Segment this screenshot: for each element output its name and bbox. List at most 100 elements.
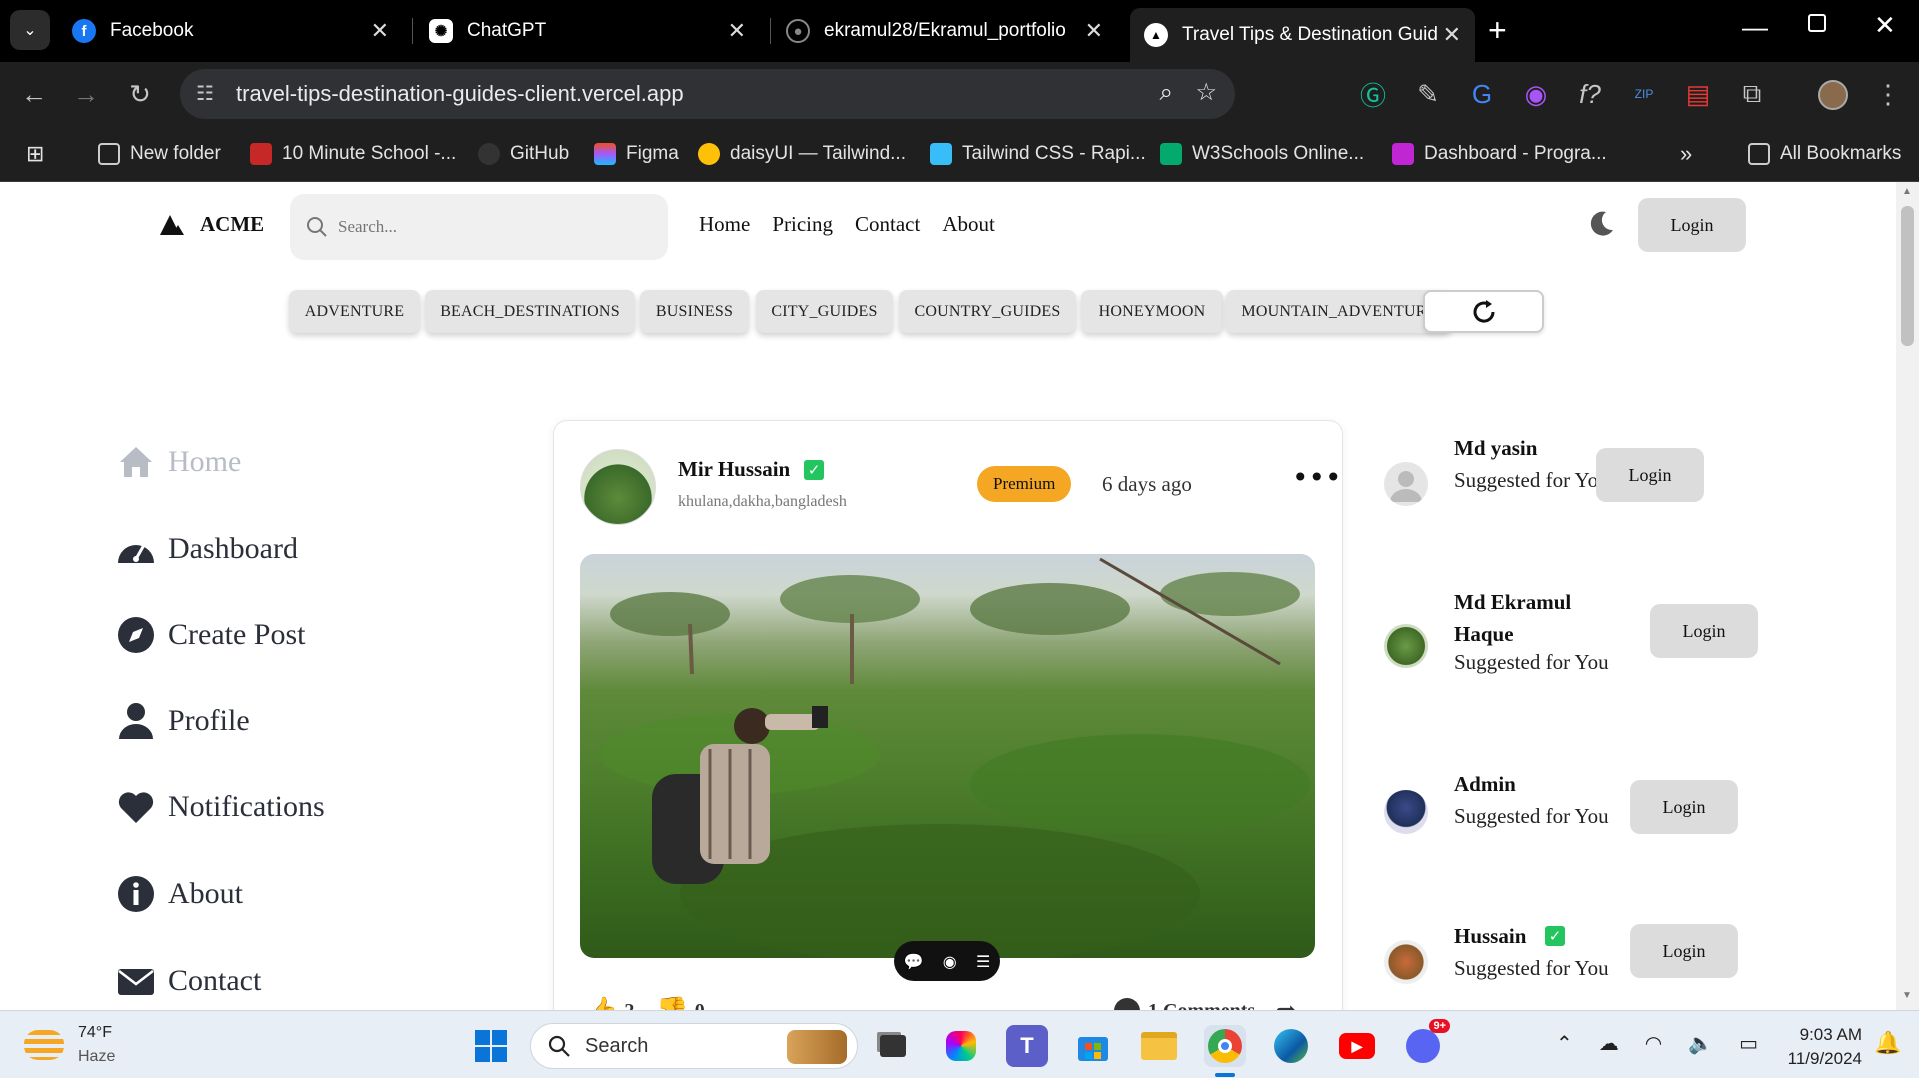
menu-icon[interactable]: ⋮ xyxy=(1868,74,1908,114)
post-image[interactable] xyxy=(580,554,1315,958)
sidebar-item-home[interactable]: Home xyxy=(116,442,241,482)
close-icon[interactable]: ✕ xyxy=(1085,18,1103,44)
like-icon[interactable]: 👍 xyxy=(586,996,618,1010)
header-login-button[interactable]: Login xyxy=(1638,198,1746,252)
author-avatar[interactable] xyxy=(580,449,656,525)
new-tab-button[interactable]: + xyxy=(1488,12,1507,49)
discord-icon[interactable]: 9+ xyxy=(1402,1019,1450,1067)
extensions-icon[interactable]: ⧉ xyxy=(1732,74,1772,114)
scroll-up-arrow[interactable]: ▲ xyxy=(1902,186,1912,197)
file-explorer-icon[interactable] xyxy=(1138,1025,1180,1067)
refresh-categories-button[interactable] xyxy=(1423,290,1544,333)
avatar[interactable] xyxy=(1384,940,1428,984)
list-icon[interactable]: ☰ xyxy=(976,952,990,971)
suggestion-login-button[interactable]: Login xyxy=(1650,604,1758,658)
suggestion-name[interactable]: Admin xyxy=(1454,772,1516,797)
edge-icon[interactable] xyxy=(1270,1025,1312,1067)
volume-icon[interactable]: 🔈 xyxy=(1688,1031,1713,1055)
restore-button[interactable] xyxy=(1808,14,1826,32)
tab-facebook[interactable]: f Facebook ✕ xyxy=(58,8,403,54)
zip-icon[interactable]: ZIP xyxy=(1624,74,1664,114)
search-input[interactable] xyxy=(338,217,638,237)
copilot-icon[interactable] xyxy=(940,1025,982,1067)
view-icon[interactable]: ◉ xyxy=(943,952,957,971)
page-scrollbar[interactable]: ▲ ▼ xyxy=(1896,182,1919,1010)
bookmark-github[interactable]: GitHub xyxy=(478,138,569,170)
bookmark-new-folder[interactable]: New folder xyxy=(98,138,221,170)
suggestion-login-button[interactable]: Login xyxy=(1596,448,1704,502)
back-icon[interactable]: ← xyxy=(14,74,54,114)
tab-chatgpt[interactable]: ✺ ChatGPT ✕ xyxy=(415,8,760,54)
category-business[interactable]: BUSINESS xyxy=(640,290,749,333)
notification-bell-icon[interactable]: 🔔 xyxy=(1874,1031,1901,1056)
address-bar[interactable]: ☷ travel-tips-destination-guides-client.… xyxy=(180,69,1235,119)
suggestion-login-button[interactable]: Login xyxy=(1630,924,1738,978)
battery-icon[interactable]: ▭ xyxy=(1739,1031,1758,1055)
category-country-guides[interactable]: COUNTRY_GUIDES xyxy=(899,290,1076,333)
avatar[interactable] xyxy=(1384,624,1428,668)
taskbar-search[interactable]: Search xyxy=(530,1023,858,1069)
category-beach-destinations[interactable]: BEACH_DESTINATIONS xyxy=(425,290,635,333)
scrollbar-thumb[interactable] xyxy=(1901,206,1914,346)
dislike-icon[interactable]: 👎 xyxy=(656,996,688,1010)
grammarly-icon[interactable]: Ⓖ xyxy=(1353,74,1393,114)
minimize-button[interactable]: — xyxy=(1742,12,1768,43)
close-icon[interactable]: ✕ xyxy=(728,18,746,44)
close-window-button[interactable]: ✕ xyxy=(1874,10,1896,41)
category-adventure[interactable]: ADVENTURE xyxy=(289,290,420,333)
weather-widget[interactable]: 74°F Haze xyxy=(24,1021,115,1069)
share-icon[interactable]: ➦ xyxy=(1275,996,1297,1010)
suggestion-name[interactable]: Md Ekramul Haque xyxy=(1454,586,1574,650)
tab-search-button[interactable]: ⌄ xyxy=(10,10,50,50)
close-icon[interactable]: ✕ xyxy=(371,18,389,44)
color-picker-icon[interactable]: ✎ xyxy=(1408,74,1448,114)
clock[interactable]: 9:03 AM 11/9/2024 xyxy=(1772,1023,1862,1071)
comments-count[interactable]: 1 Comments xyxy=(1148,1000,1255,1011)
tab-github[interactable]: ● ekramul28/Ekramul_portfolio ✕ xyxy=(772,8,1117,54)
all-bookmarks[interactable]: All Bookmarks xyxy=(1748,138,1901,170)
bookmark-w3schools[interactable]: W3Schools Online... xyxy=(1160,138,1364,170)
nav-pricing[interactable]: Pricing xyxy=(772,212,833,237)
category-city-guides[interactable]: CITY_GUIDES xyxy=(756,290,893,333)
brand-logo[interactable]: ACME xyxy=(158,212,264,237)
zoom-icon[interactable]: ⌕ xyxy=(1160,79,1173,107)
scroll-down-arrow[interactable]: ▼ xyxy=(1902,990,1912,1001)
bookmark-10-minute-school[interactable]: 10 Minute School -... xyxy=(250,138,456,170)
youtube-icon[interactable]: ▶ xyxy=(1336,1025,1378,1067)
sidebar-item-about[interactable]: About xyxy=(116,874,243,914)
nav-home[interactable]: Home xyxy=(699,212,750,237)
bookmark-figma[interactable]: Figma xyxy=(594,138,679,170)
suggestion-login-button[interactable]: Login xyxy=(1630,780,1738,834)
fonts-icon[interactable]: f? xyxy=(1570,74,1610,114)
task-view-icon[interactable] xyxy=(872,1025,914,1067)
windows-start-icon[interactable] xyxy=(470,1025,512,1067)
bookmark-star-icon[interactable]: ☆ xyxy=(1195,78,1217,107)
wifi-icon[interactable]: ◠ xyxy=(1645,1031,1662,1055)
apps-icon[interactable]: ⊞ xyxy=(26,138,44,170)
suggestion-name[interactable]: Hussain xyxy=(1454,924,1526,949)
search-box[interactable] xyxy=(290,194,668,260)
moon-icon[interactable] xyxy=(1586,208,1616,238)
close-icon[interactable]: ✕ xyxy=(1442,22,1461,48)
avatar[interactable] xyxy=(1384,462,1428,506)
more-bookmarks-icon[interactable]: » xyxy=(1680,138,1692,170)
sidebar-item-dashboard[interactable]: Dashboard xyxy=(116,529,298,569)
category-mountain-adventure[interactable]: MOUNTAIN_ADVENTURE xyxy=(1226,290,1452,333)
sidebar-item-contact[interactable]: Contact xyxy=(116,961,261,1001)
suggestion-name[interactable]: Md yasin xyxy=(1454,436,1537,461)
extension-purple-icon[interactable]: ◉ xyxy=(1516,74,1556,114)
microsoft-store-icon[interactable] xyxy=(1072,1025,1114,1067)
show-hidden-icons-icon[interactable]: ⌃ xyxy=(1556,1031,1573,1055)
tab-travel-tips[interactable]: ▲ Travel Tips & Destination Guide ✕ xyxy=(1130,8,1475,62)
sidebar-item-notifications[interactable]: Notifications xyxy=(116,787,325,827)
forward-icon[interactable]: → xyxy=(66,74,106,114)
onedrive-icon[interactable]: ☁ xyxy=(1599,1031,1619,1055)
pdf-icon[interactable]: ▤ xyxy=(1678,74,1718,114)
author-name[interactable]: Mir Hussain xyxy=(678,457,790,482)
more-options-icon[interactable]: ••• xyxy=(1292,461,1342,494)
sidebar-item-create-post[interactable]: Create Post xyxy=(116,615,305,655)
site-info-icon[interactable]: ☷ xyxy=(196,81,214,106)
comment-icon[interactable]: 💬 xyxy=(904,952,924,971)
avatar[interactable] xyxy=(1384,790,1428,834)
reload-icon[interactable]: ↻ xyxy=(120,74,160,114)
